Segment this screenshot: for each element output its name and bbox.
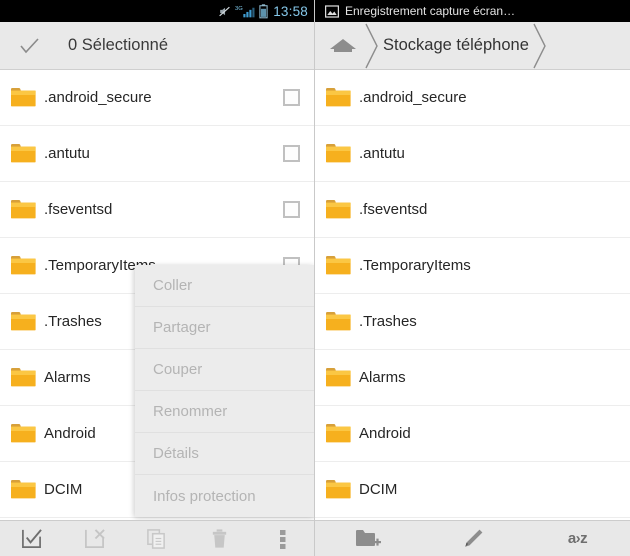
folder-icon [10,423,36,444]
notification-text: Enregistrement capture écran… [345,4,516,18]
row-checkbox[interactable] [283,89,300,106]
file-name: .fseventsd [359,201,428,218]
folder-icon [10,367,36,388]
deselect-all-icon[interactable] [63,521,126,556]
folder-icon [10,311,36,332]
overflow-menu-icon[interactable] [251,521,314,556]
status-clock: 13:58 [273,3,308,19]
left-bottom-toolbar [0,520,314,556]
context-menu-item-paste[interactable]: Coller [135,265,314,307]
mute-crossed-icon [218,5,231,18]
breadcrumb: Stockage téléphone [315,22,630,70]
left-panel: 3G 13:58 0 Sélectionné .android_secure .… [0,0,315,556]
context-menu-item-details[interactable]: Détails [135,433,314,475]
battery-icon [259,3,268,19]
list-item[interactable]: .android_secure [0,70,314,126]
context-menu-item-rename[interactable]: Renommer [135,391,314,433]
list-item[interactable]: .fseventsd [0,182,314,238]
context-menu-item-share[interactable]: Partager [135,307,314,349]
sort-az-icon[interactable]: a›z [525,521,630,556]
context-menu-item-cut[interactable]: Couper [135,349,314,391]
chevron-right-icon [361,22,383,70]
file-name: DCIM [359,481,398,498]
file-name: .antutu [359,145,405,162]
folder-icon [325,143,351,164]
list-item[interactable]: .antutu [315,126,630,182]
dual-screenshot-comparison: 3G 13:58 0 Sélectionné .android_secure .… [0,0,630,556]
file-name: .Trashes [359,313,417,330]
select-all-icon[interactable] [0,521,63,556]
list-item[interactable]: .antutu [0,126,314,182]
right-bottom-toolbar: a›z [315,520,630,556]
file-name: .android_secure [359,89,467,106]
copy-icon[interactable] [126,521,189,556]
list-item[interactable]: .TemporaryItems [315,238,630,294]
row-checkbox[interactable] [283,201,300,218]
edit-pencil-icon[interactable] [420,521,525,556]
folder-icon [10,479,36,500]
folder-icon [325,255,351,276]
file-name: .android_secure [44,89,152,106]
context-menu-item-protection-info[interactable]: Infos protection [135,475,314,517]
file-name: .antutu [44,145,90,162]
chevron-right-icon [529,22,551,70]
folder-icon [10,87,36,108]
file-name: .TemporaryItems [359,257,471,274]
signal-3g-icon: 3G [235,4,255,19]
folder-icon [325,423,351,444]
list-item[interactable]: .android_secure [315,70,630,126]
folder-icon [325,367,351,388]
list-item[interactable]: .fseventsd [315,182,630,238]
folder-icon [10,199,36,220]
folder-icon [325,199,351,220]
svg-text:3G: 3G [235,5,243,11]
left-status-bar: 3G 13:58 [0,0,314,22]
row-checkbox[interactable] [283,145,300,162]
new-folder-icon[interactable] [315,521,420,556]
screenshot-image-icon [325,4,339,18]
folder-icon [10,255,36,276]
folder-icon [325,311,351,332]
file-name: Android [359,425,411,442]
list-item[interactable]: Alarms [315,350,630,406]
home-icon[interactable] [325,31,361,61]
right-file-list: .android_secure .antutu .fseventsd .Temp… [315,70,630,518]
right-panel: Enregistrement capture écran… Stockage t… [315,0,630,556]
list-item[interactable]: Android [315,406,630,462]
file-name: Alarms [359,369,406,386]
delete-icon[interactable] [188,521,251,556]
checkmark-icon[interactable] [14,31,44,61]
folder-icon [10,143,36,164]
folder-icon [325,87,351,108]
folder-icon [325,479,351,500]
breadcrumb-segment[interactable]: Stockage téléphone [383,36,529,55]
list-item[interactable]: .Trashes [315,294,630,350]
context-menu: Coller Partager Couper Renommer Détails … [135,265,314,517]
sort-az-label: a›z [567,530,588,547]
left-action-bar: 0 Sélectionné [0,22,314,70]
selection-count-title: 0 Sélectionné [68,36,168,54]
file-name: .fseventsd [44,201,113,218]
list-item[interactable]: DCIM [315,462,630,518]
right-status-bar: Enregistrement capture écran… [315,0,630,22]
